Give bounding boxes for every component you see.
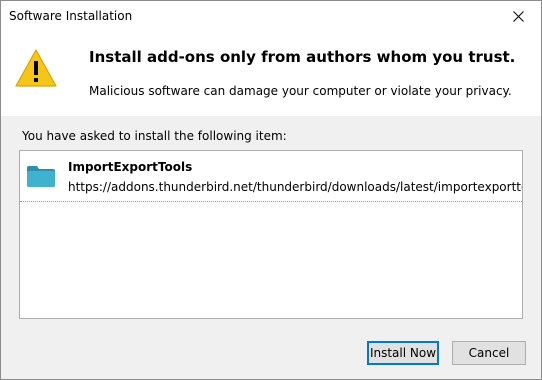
item-name: ImportExportTools [68, 160, 193, 174]
window-title: Software Installation [9, 9, 133, 23]
warning-icon [15, 49, 57, 87]
list-item[interactable]: ImportExportTools https://addons.thunder… [20, 151, 522, 202]
close-button[interactable] [495, 1, 541, 31]
item-url: https://addons.thunderbird.net/thunderbi… [68, 180, 523, 194]
close-icon [512, 10, 524, 22]
cancel-button[interactable]: Cancel [452, 341, 526, 365]
install-item-list[interactable]: ImportExportTools https://addons.thunder… [19, 150, 523, 319]
title-bar: Software Installation [1, 1, 541, 31]
install-now-button[interactable]: Install Now [367, 341, 439, 365]
intro-text: You have asked to install the following … [22, 129, 287, 143]
dialog-subtext: Malicious software can damage your compu… [89, 84, 512, 98]
dialog-header: Install add-ons only from authors whom y… [1, 31, 541, 116]
folder-icon [27, 166, 55, 187]
software-installation-dialog: Software Installation Install add-ons on… [0, 0, 542, 380]
dialog-heading: Install add-ons only from authors whom y… [89, 48, 516, 66]
